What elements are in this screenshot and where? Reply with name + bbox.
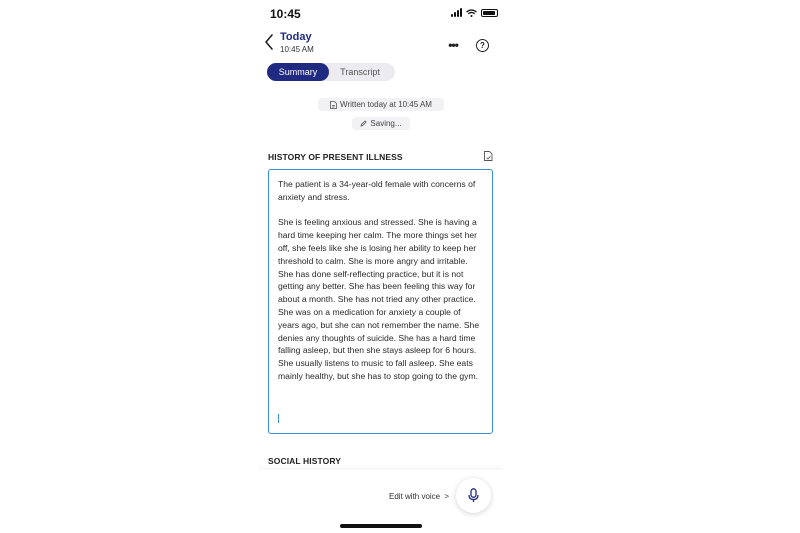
hpi-section-title: HISTORY OF PRESENT ILLNESS <box>268 152 403 162</box>
tab-bar: Summary Transcript <box>267 63 395 81</box>
signal-icon <box>451 8 462 17</box>
saving-status-badge: Saving... <box>352 117 410 130</box>
battery-icon <box>481 8 498 17</box>
social-history-section-title: SOCIAL HISTORY <box>268 456 342 466</box>
page-title: Today <box>280 31 312 43</box>
written-timestamp-badge: Written today at 10:45 AM <box>318 98 444 111</box>
document-icon <box>330 100 337 109</box>
pencil-icon <box>360 120 368 127</box>
edit-with-voice-label: Edit with voice <box>389 492 441 501</box>
text-caret <box>278 414 279 423</box>
written-timestamp-text: Written today at 10:45 AM <box>340 100 432 109</box>
home-indicator <box>340 524 422 528</box>
microphone-button[interactable] <box>456 478 491 513</box>
wifi-icon <box>466 8 477 17</box>
tab-summary[interactable]: Summary <box>267 63 329 81</box>
copy-icon[interactable] <box>484 151 493 161</box>
microphone-icon <box>468 488 479 502</box>
tab-transcript[interactable]: Transcript <box>329 63 391 81</box>
hpi-text-editor[interactable]: The patient is a 34-year-old female with… <box>268 169 493 434</box>
status-icons <box>451 8 498 17</box>
page: 10:45 Today 10:45 AM ••• ? Summary Trans… <box>0 0 800 533</box>
status-time: 10:45 <box>270 7 301 21</box>
edit-with-voice-link[interactable]: Edit with voice > <box>389 492 449 501</box>
back-arrow-icon[interactable] <box>264 34 274 50</box>
chevron-right-icon: > <box>444 492 450 501</box>
saving-status-text: Saving... <box>370 119 402 128</box>
ellipsis-icon[interactable]: ••• <box>446 39 460 51</box>
page-subtitle-time: 10:45 AM <box>280 45 314 54</box>
phone-screen: 10:45 Today 10:45 AM ••• ? Summary Trans… <box>258 0 504 533</box>
question-circle-icon[interactable]: ? <box>476 39 489 52</box>
